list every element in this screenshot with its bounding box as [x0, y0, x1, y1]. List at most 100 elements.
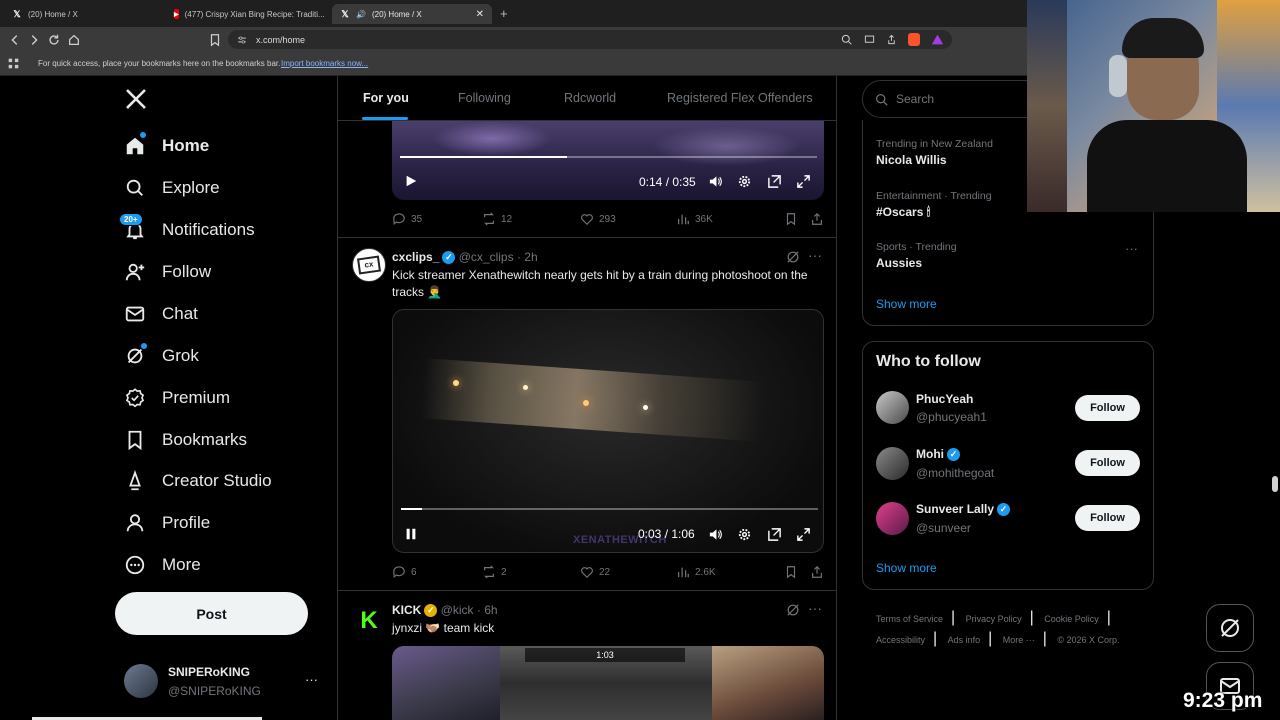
fullscreen-icon[interactable]: [796, 527, 811, 542]
settings-gear-icon[interactable]: [737, 174, 752, 189]
browser-tab[interactable]: ▶ (477) Crispy Xian Bing Recipe: Traditi…: [166, 4, 330, 24]
share-icon[interactable]: [886, 34, 897, 45]
post[interactable]: K KICK ✓ @kick · 6h ··· jynxzi 🫱🏽‍🫲🏻 team…: [338, 591, 836, 720]
repost-button[interactable]: 2: [482, 565, 580, 579]
nav-home[interactable]: Home: [124, 127, 209, 165]
account-switcher[interactable]: SNIPERoKING @SNIPERoKING ···: [115, 660, 320, 704]
nav-chat[interactable]: Chat: [124, 295, 198, 333]
more-options-icon[interactable]: ···: [1125, 241, 1138, 256]
video-player[interactable]: 0:14 / 0:35: [392, 121, 824, 200]
like-button[interactable]: 22: [580, 565, 676, 579]
apps-grid-icon[interactable]: [8, 58, 19, 69]
nav-more[interactable]: More: [124, 546, 201, 584]
footer-more[interactable]: More ···: [1003, 635, 1035, 645]
trend-item[interactable]: Entertainment · Trending #Oscars 🕯: [876, 190, 992, 220]
tab-registered-flex-offenders[interactable]: Registered Flex Offenders: [667, 91, 813, 105]
repost-button[interactable]: 12: [482, 212, 580, 226]
volume-icon[interactable]: [708, 527, 723, 542]
footer-accessibility[interactable]: Accessibility: [876, 635, 925, 645]
picture-in-picture-icon[interactable]: [767, 174, 782, 189]
avatar[interactable]: [876, 502, 909, 535]
pause-icon[interactable]: [404, 527, 418, 541]
nav-profile[interactable]: Profile: [124, 504, 210, 542]
more-options-icon[interactable]: ···: [808, 600, 822, 616]
more-options-icon[interactable]: ···: [808, 247, 822, 263]
nav-premium[interactable]: Premium: [124, 379, 230, 417]
tab-for-you[interactable]: For you: [363, 91, 409, 105]
import-bookmarks-link[interactable]: Import bookmarks now...: [281, 59, 368, 68]
video-progress-track[interactable]: [401, 508, 818, 510]
share-icon[interactable]: [810, 565, 824, 579]
reload-icon[interactable]: [47, 33, 61, 47]
back-icon[interactable]: [8, 33, 22, 47]
page-scrollbar-thumb[interactable]: [1272, 476, 1278, 492]
brave-rewards-icon[interactable]: [931, 33, 944, 46]
video-progress-track[interactable]: [400, 156, 817, 158]
show-more-trends-link[interactable]: Show more: [876, 297, 937, 311]
bookmark-icon[interactable]: [784, 565, 798, 579]
fullscreen-icon[interactable]: [796, 174, 811, 189]
post-time[interactable]: · 6h: [477, 603, 498, 617]
footer-terms[interactable]: Terms of Service: [876, 614, 943, 624]
nav-grok[interactable]: Grok: [124, 337, 199, 375]
author-handle[interactable]: @cx_clips: [459, 250, 514, 264]
zoom-icon[interactable]: [841, 34, 852, 45]
post[interactable]: cx cxclips_ ✓ @cx_clips · 2h ··· Kick str…: [338, 238, 836, 590]
post-time[interactable]: · 2h: [517, 250, 538, 264]
footer-ads-info[interactable]: Ads info: [948, 635, 981, 645]
home-icon[interactable]: [67, 33, 81, 47]
avatar[interactable]: [876, 391, 909, 424]
suggested-user-name[interactable]: Mohi ✓: [916, 447, 960, 462]
cast-icon[interactable]: [864, 34, 875, 45]
footer-privacy[interactable]: Privacy Policy: [966, 614, 1022, 624]
reply-button[interactable]: 6: [392, 565, 482, 579]
views-button[interactable]: 36K: [676, 212, 768, 226]
post-button[interactable]: Post: [115, 592, 308, 635]
picture-in-picture-icon[interactable]: [767, 527, 782, 542]
x-logo-icon[interactable]: [124, 87, 148, 111]
grok-icon[interactable]: [786, 603, 800, 617]
views-button[interactable]: 2.6K: [676, 565, 768, 579]
browser-tab[interactable]: 𝕏 (20) Home / X: [4, 4, 164, 24]
follow-button[interactable]: Follow: [1075, 395, 1140, 421]
volume-icon[interactable]: [708, 174, 723, 189]
new-tab-button[interactable]: +: [500, 6, 508, 21]
follow-button[interactable]: Follow: [1075, 450, 1140, 476]
bookmark-page-icon[interactable]: [208, 33, 222, 47]
footer-cookie[interactable]: Cookie Policy: [1044, 614, 1099, 624]
grok-icon[interactable]: [786, 250, 800, 264]
video-player[interactable]: XENATHEWITCH 0:03 / 1:06: [392, 309, 824, 553]
author-name[interactable]: KICK: [392, 603, 421, 617]
suggested-user-name[interactable]: Sunveer Lally ✓: [916, 502, 1011, 517]
show-more-follow-link[interactable]: Show more: [876, 561, 937, 575]
tab-following[interactable]: Following: [458, 91, 511, 105]
forward-icon[interactable]: [27, 33, 41, 47]
nav-follow[interactable]: Follow: [124, 253, 211, 291]
author-handle[interactable]: @kick: [441, 603, 474, 617]
trend-item[interactable]: Trending in New Zealand Nicola Willis: [876, 138, 993, 167]
share-icon[interactable]: [810, 212, 824, 226]
site-settings-icon[interactable]: [237, 35, 247, 45]
browser-tab-active[interactable]: 𝕏 🔊 (20) Home / X ✕: [332, 4, 492, 24]
like-button[interactable]: 293: [580, 212, 676, 226]
nav-notifications[interactable]: Notifications 20+: [119, 211, 255, 249]
nav-creator-studio[interactable]: Creator Studio: [124, 462, 272, 500]
author-name[interactable]: cxclips_: [392, 250, 439, 264]
follow-button[interactable]: Follow: [1075, 505, 1140, 531]
bookmark-icon[interactable]: [784, 212, 798, 226]
grok-floating-button[interactable]: [1206, 604, 1254, 652]
post-media[interactable]: 1:03: [392, 646, 824, 720]
address-bar[interactable]: x.com/home: [228, 30, 952, 49]
play-icon[interactable]: [404, 174, 418, 188]
kick-logo-icon[interactable]: K: [352, 604, 386, 638]
nav-explore[interactable]: Explore: [124, 169, 220, 207]
reply-button[interactable]: 35: [392, 212, 482, 226]
tab-rdcworld[interactable]: Rdcworld: [564, 91, 616, 105]
settings-gear-icon[interactable]: [737, 527, 752, 542]
trend-item[interactable]: Sports · Trending Aussies: [876, 241, 957, 270]
avatar[interactable]: [876, 447, 909, 480]
brave-shields-icon[interactable]: [908, 33, 920, 46]
nav-bookmarks[interactable]: Bookmarks: [124, 421, 247, 459]
close-tab-icon[interactable]: ✕: [476, 9, 484, 20]
suggested-user-name[interactable]: PhucYeah: [916, 392, 973, 406]
